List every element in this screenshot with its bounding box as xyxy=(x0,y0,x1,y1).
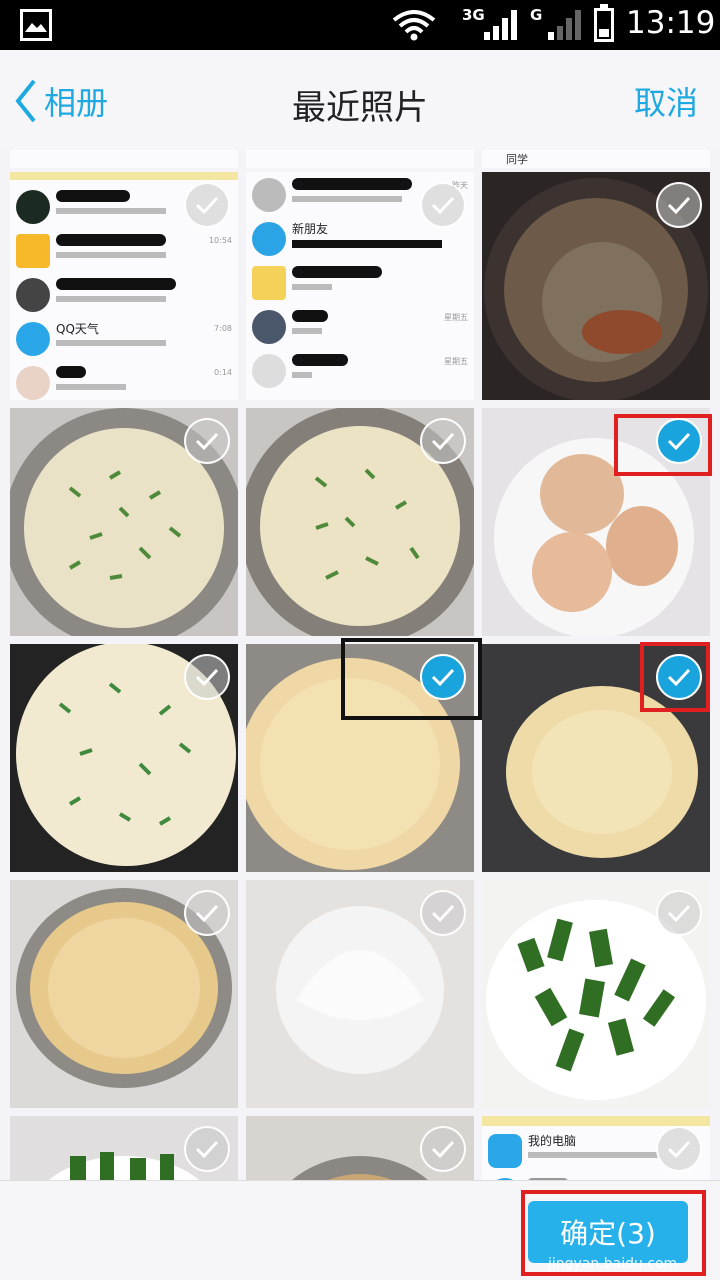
annotation-box xyxy=(521,1190,706,1276)
select-check-icon[interactable] xyxy=(184,418,230,464)
photo-pan-empty[interactable] xyxy=(482,172,710,400)
select-check-icon[interactable] xyxy=(420,890,466,936)
status-bar: 3G G 13:19 xyxy=(0,0,720,50)
select-check-icon[interactable] xyxy=(656,890,702,936)
photo-pancake-plated[interactable] xyxy=(10,880,238,1108)
page-title: 最近照片 xyxy=(292,88,428,128)
gallery-icon xyxy=(20,9,52,41)
photo-flour[interactable] xyxy=(246,880,474,1108)
my-computer-label: 我的电脑 xyxy=(528,1134,577,1148)
photo-chat-screenshot-2[interactable]: 昨天 新朋友 星期五 星期五 xyxy=(246,172,474,400)
photo-egg-batter-1[interactable] xyxy=(10,408,238,636)
photo-egg-batter-2[interactable] xyxy=(246,408,474,636)
time-label: 星期五 xyxy=(444,313,468,322)
time-label: 7:08 xyxy=(214,324,232,333)
photo-chives-partial[interactable] xyxy=(10,1116,238,1180)
select-check-icon[interactable] xyxy=(420,418,466,464)
status-time: 13:19 xyxy=(626,5,716,41)
annotation-box xyxy=(341,638,482,720)
select-check-icon[interactable] xyxy=(656,1126,702,1172)
photo-bowl-partial[interactable] xyxy=(246,1116,474,1180)
battery-icon xyxy=(594,4,614,42)
signal-icon-2 xyxy=(548,10,581,40)
select-check-icon[interactable] xyxy=(184,654,230,700)
group-label: 同学 xyxy=(506,153,528,166)
cancel-button[interactable]: 取消 xyxy=(634,78,698,124)
select-check-icon[interactable] xyxy=(420,1126,466,1172)
nav-bar: 相册 最近照片 取消 xyxy=(0,50,720,150)
list-header xyxy=(10,150,238,168)
new-friend-label: 新朋友 xyxy=(292,222,329,236)
select-check-icon[interactable] xyxy=(184,890,230,936)
network-g-label: G xyxy=(530,6,543,24)
qq-weather-label: QQ天气 xyxy=(56,322,99,336)
photo-pancake-cooking[interactable] xyxy=(10,644,238,872)
select-check-icon[interactable] xyxy=(184,182,230,228)
list-header xyxy=(246,150,474,168)
time-label: 10:54 xyxy=(208,236,232,245)
list-header: 同学 xyxy=(482,150,710,168)
time-label: 星期五 xyxy=(444,357,468,366)
signal-icon xyxy=(484,10,517,40)
network-3g-label: 3G xyxy=(462,6,485,24)
photo-chopped-chives[interactable] xyxy=(482,880,710,1108)
photo-chat-screenshot-1[interactable]: 10:54 QQ天气 7:08 0:14 xyxy=(10,172,238,400)
photo-chat-screenshot-3[interactable]: 我的电脑 xyxy=(482,1116,710,1180)
annotation-box xyxy=(640,642,710,712)
annotation-box xyxy=(614,414,712,476)
wifi-icon xyxy=(392,10,436,42)
select-check-icon[interactable] xyxy=(656,182,702,228)
time-label: 0:14 xyxy=(214,368,232,377)
select-check-icon[interactable] xyxy=(184,1126,230,1172)
select-check-icon[interactable] xyxy=(420,182,466,228)
